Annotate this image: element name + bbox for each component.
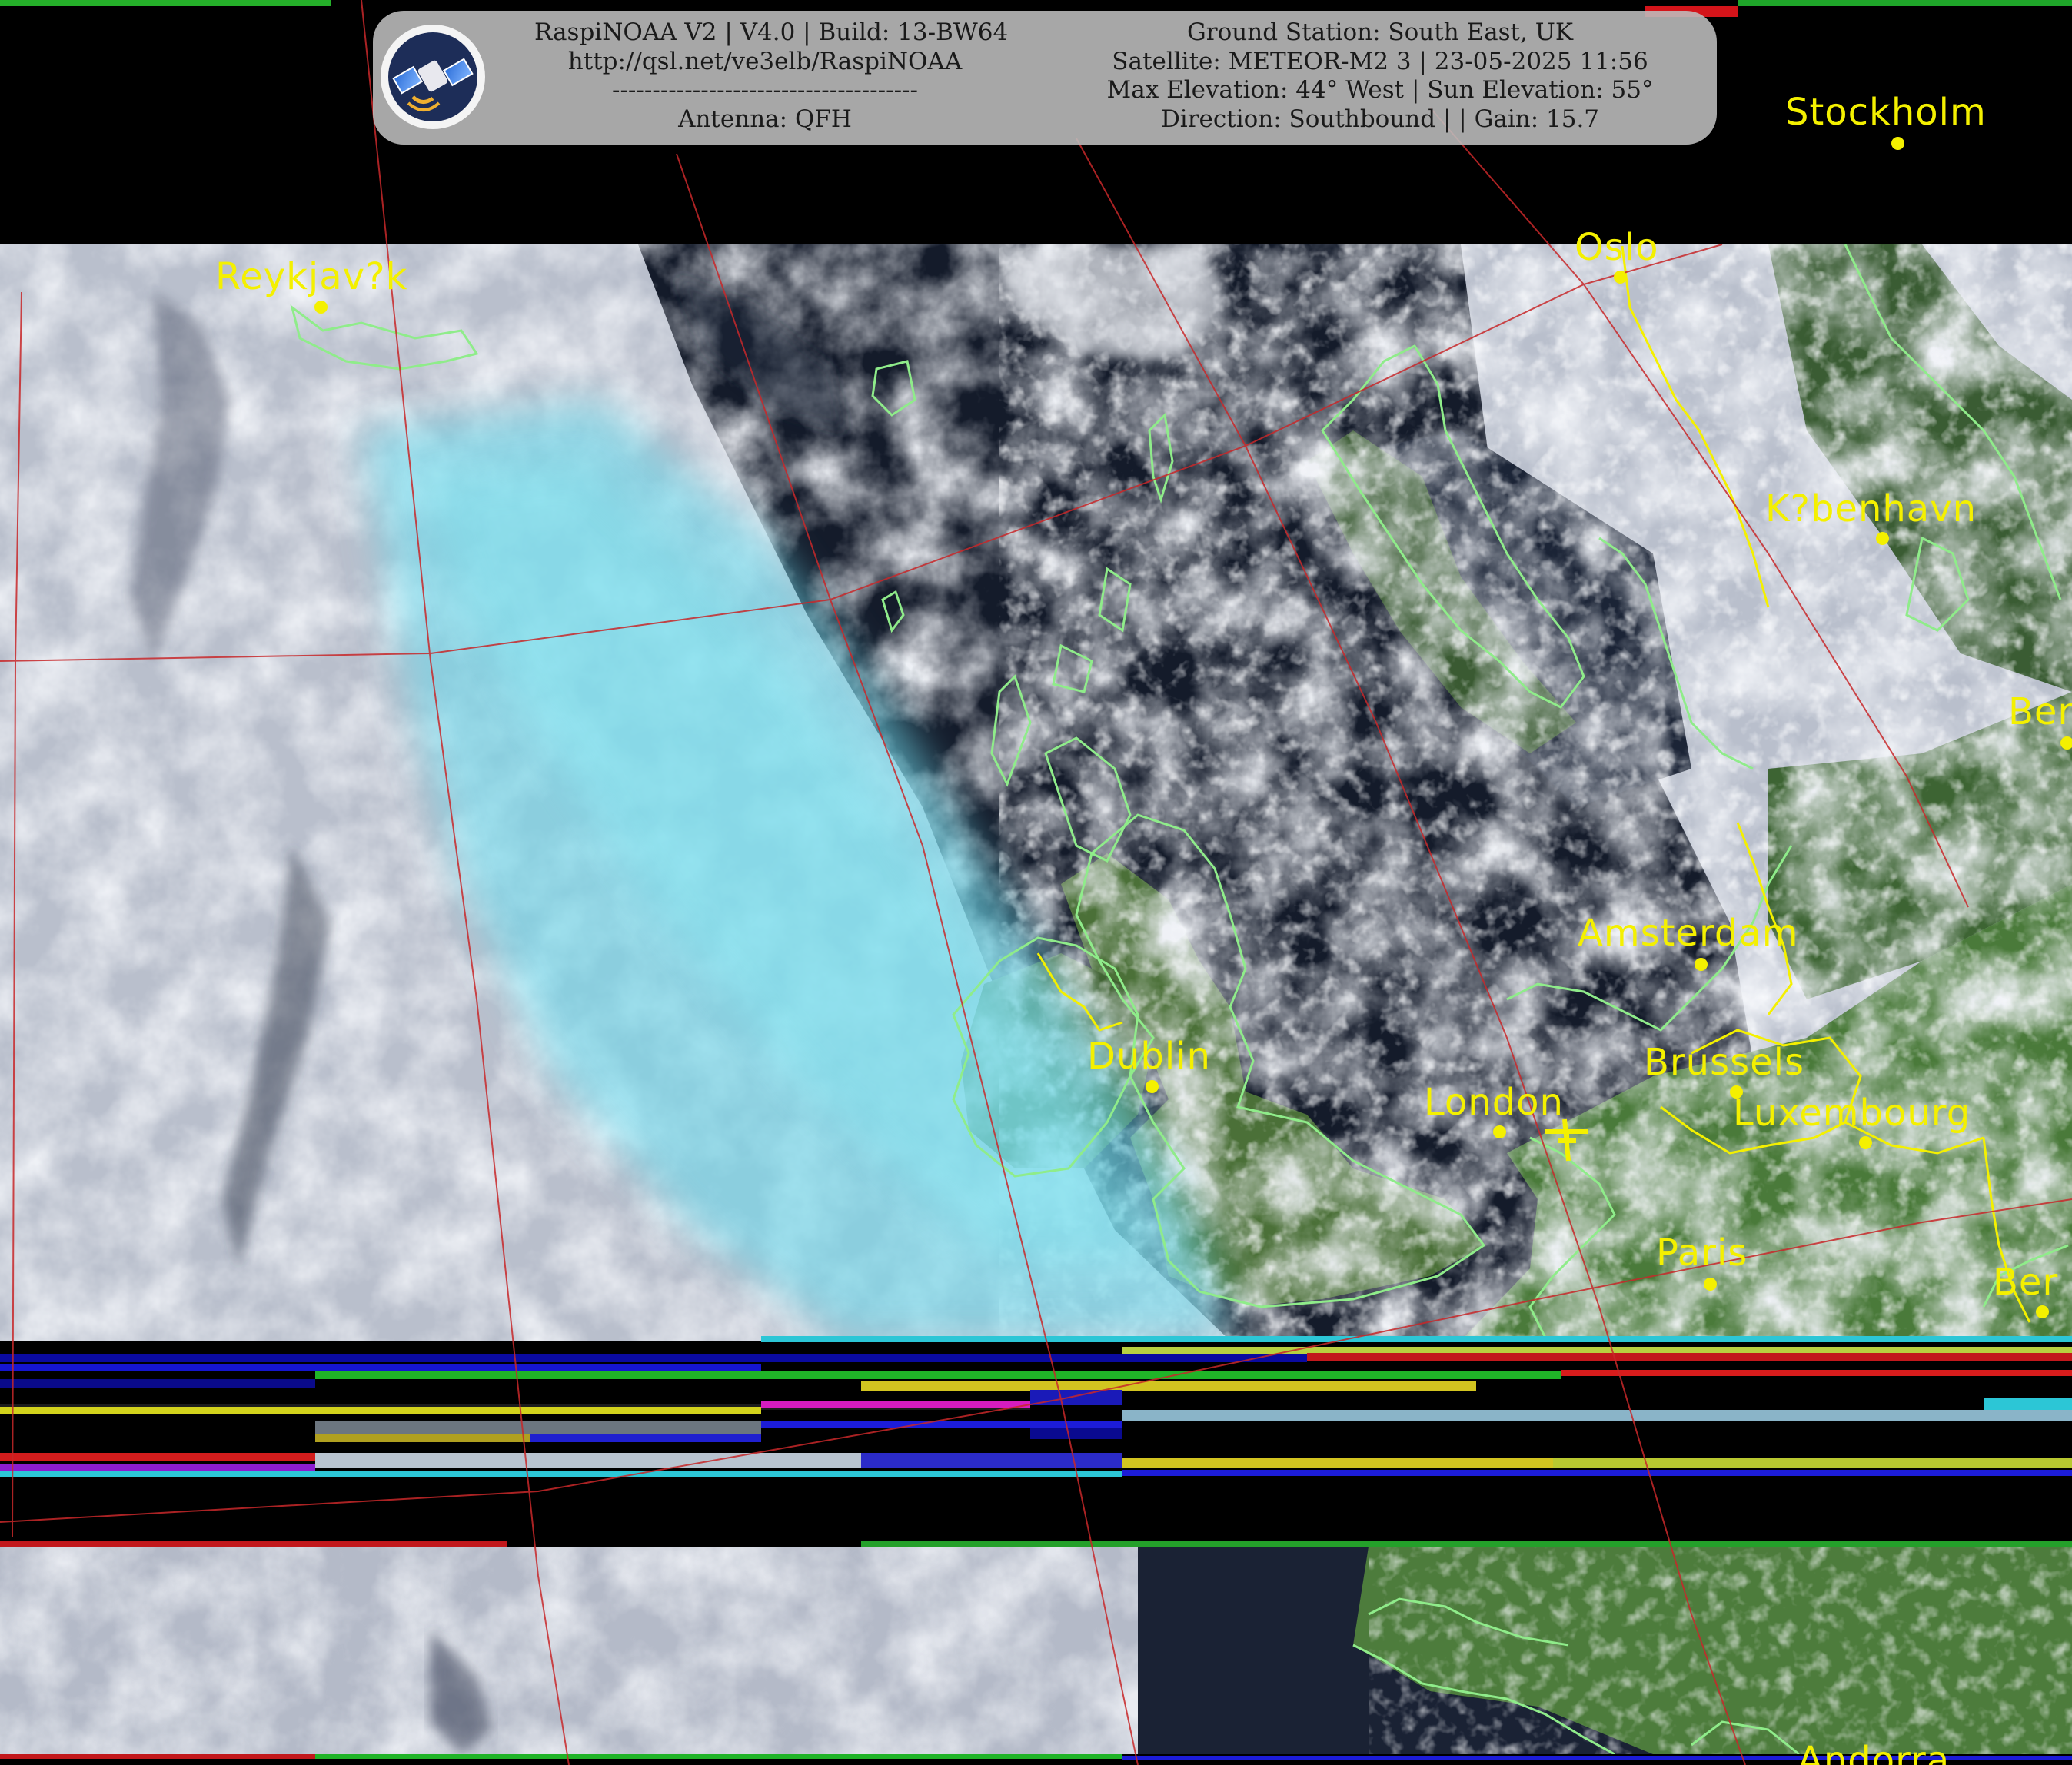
city-label-kobenhavn: K?benhavn [1765,487,1977,530]
city-label-london: London [1424,1081,1564,1124]
satellite-info: Satellite: METEOR-M2 3 | 23-05-2025 11:5… [1112,47,1648,75]
city-label-berlin: Ber [2008,690,2072,733]
city-dot-luxembourg [1859,1136,1872,1149]
project-url: http://qsl.net/ve3elb/RaspiNOAA [567,47,963,75]
city-label-reykjavik: Reykjav?k [215,255,408,298]
city-dot-berlin [2060,736,2072,750]
city-dot-london [1493,1125,1506,1138]
city-label-stockholm: Stockholm [1785,91,1987,134]
info-banner: RaspiNOAA V2 | V4.0 | Build: 13-BW64 htt… [373,11,1717,145]
city-label-oslo: Oslo [1575,226,1659,269]
signal-noise-band [0,1336,2072,1547]
software-version: RaspiNOAA V2 | V4.0 | Build: 13-BW64 [534,18,1009,46]
city-label-luxembourg: Luxembourg [1733,1092,1971,1135]
city-dot-kobenhavn [1876,532,1889,545]
city-dot-dublin [1146,1080,1159,1093]
city-label-andorra: Andorra [1798,1739,1951,1765]
city-dot-stockholm [1891,137,1904,150]
city-dot-bern [2036,1305,2049,1318]
city-label-paris: Paris [1656,1232,1748,1275]
city-label-dublin: Dublin [1087,1035,1211,1078]
satellite-icon [392,58,474,111]
direction-info: Direction: Southbound | | Gain: 15.7 [1160,105,1600,133]
antenna-info: Antenna: QFH [678,105,852,133]
raspinoaa-logo [381,25,485,129]
city-label-bern: Ber [1993,1261,2059,1304]
city-label-amsterdam: Amsterdam [1578,912,1799,955]
city-dot-paris [1704,1278,1717,1291]
ground-station-info: Ground Station: South East, UK [1187,18,1573,46]
city-dot-reykjavik [314,301,328,314]
city-label-brussels: Brussels [1644,1041,1804,1084]
city-dot-oslo [1614,271,1627,284]
elevation-info: Max Elevation: 44° West | Sun Elevation:… [1106,76,1654,104]
separator: -------------------------------------- [611,76,919,104]
banner-left-column: RaspiNOAA V2 | V4.0 | Build: 13-BW64 htt… [534,18,1009,134]
city-dot-amsterdam [1695,958,1708,971]
banner-right-column: Ground Station: South East, UK Satellite… [1073,18,1688,134]
